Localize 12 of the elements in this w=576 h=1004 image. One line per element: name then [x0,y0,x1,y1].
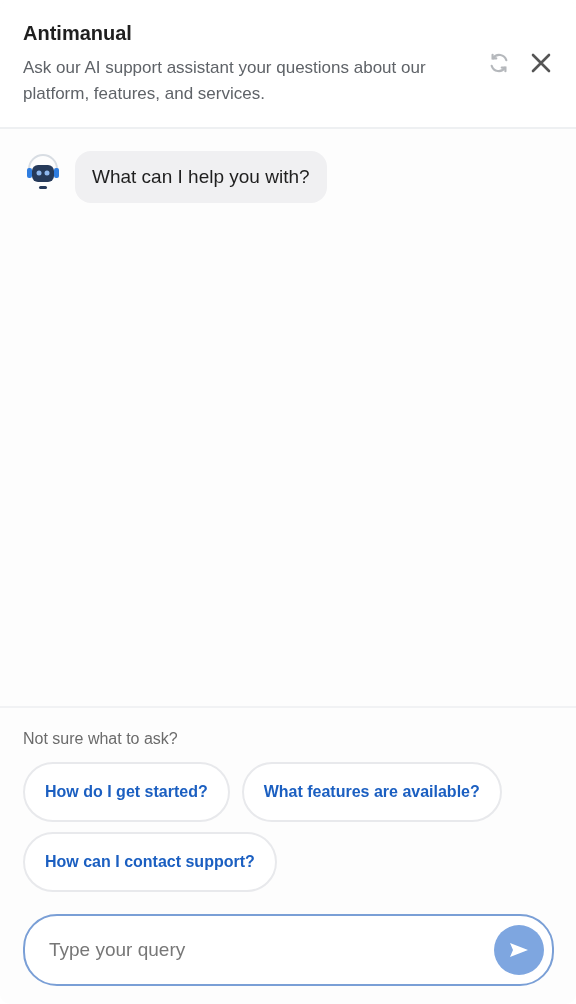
suggestion-chip[interactable]: How can I contact support? [23,832,277,892]
suggestion-chip[interactable]: How do I get started? [23,762,230,822]
suggestions-heading: Not sure what to ask? [23,730,179,748]
suggestion-chip[interactable]: What features are available? [241,762,502,822]
refresh-button[interactable] [488,52,510,74]
chat-title: Antimanual [23,22,133,45]
query-field[interactable]: Type your query [47,938,494,962]
send-icon [509,942,529,958]
assistant-message: What can I help you with? [75,151,327,203]
query-input-box[interactable]: Type your query [23,914,554,986]
close-button[interactable] [530,52,552,74]
chat-subtitle: Ask our AI support assistant your questions about our platform, features, and services. [23,57,427,105]
